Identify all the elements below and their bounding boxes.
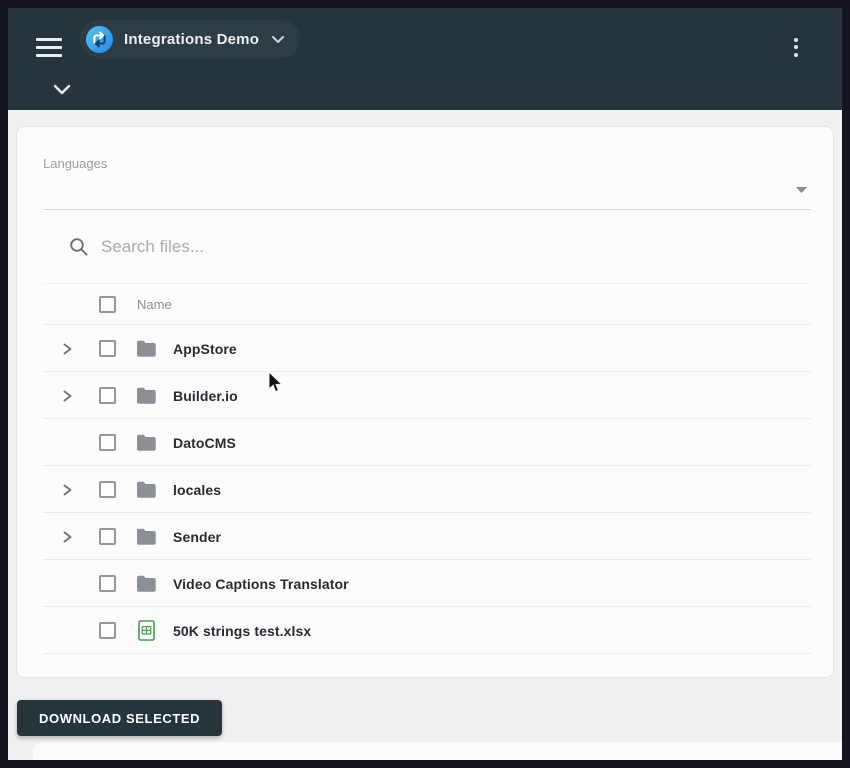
folder-icon	[135, 385, 157, 407]
folder-icon	[135, 338, 157, 360]
file-name: AppStore	[173, 341, 237, 357]
spreadsheet-icon	[135, 620, 157, 642]
file-name: Sender	[173, 529, 221, 545]
name-column-header: Name	[137, 297, 172, 312]
row-checkbox[interactable]	[99, 387, 116, 404]
row-checkbox[interactable]	[99, 340, 116, 357]
table-row[interactable]: 50K strings test.xlsx	[17, 607, 833, 654]
file-name: Video Captions Translator	[173, 576, 349, 592]
select-all-checkbox[interactable]	[99, 296, 116, 313]
file-table: AppStore Builder.io DatoCMS	[17, 325, 833, 654]
table-row[interactable]: Builder.io	[17, 372, 833, 419]
app-header: Integrations Demo	[8, 8, 842, 110]
row-checkbox[interactable]	[99, 434, 116, 451]
table-row[interactable]: AppStore	[17, 325, 833, 372]
file-name: 50K strings test.xlsx	[173, 623, 311, 639]
expand-chevron-icon[interactable]	[57, 386, 77, 406]
search-bar	[43, 210, 811, 284]
table-row[interactable]: DatoCMS	[17, 419, 833, 466]
file-name: locales	[173, 482, 221, 498]
expand-chevron-icon[interactable]	[57, 480, 77, 500]
expand-chevron-icon[interactable]	[57, 527, 77, 547]
select-caret-down-icon	[796, 187, 807, 193]
workspace-title: Integrations Demo	[124, 31, 259, 48]
collapse-header-button[interactable]	[44, 74, 80, 104]
sync-arrows-logo-icon	[86, 26, 113, 53]
kebab-menu-icon	[794, 38, 798, 42]
app-window: Integrations Demo Languages	[0, 0, 850, 768]
row-checkbox[interactable]	[99, 528, 116, 545]
file-name: Builder.io	[173, 388, 238, 404]
row-checkbox[interactable]	[99, 622, 116, 639]
caret-down-icon	[272, 36, 284, 43]
row-checkbox[interactable]	[99, 575, 116, 592]
content-area: Languages Name	[8, 110, 842, 760]
folder-icon	[135, 526, 157, 548]
footer-sheet	[33, 742, 842, 760]
chevron-down-icon	[53, 84, 71, 95]
workspace-selector[interactable]: Integrations Demo	[80, 20, 300, 58]
search-icon	[69, 237, 89, 257]
search-input[interactable]	[101, 237, 811, 257]
file-name: DatoCMS	[173, 435, 236, 451]
table-header: Name	[17, 284, 833, 325]
folder-icon	[135, 432, 157, 454]
languages-label: Languages	[43, 156, 107, 171]
file-browser-card: Languages Name	[16, 126, 834, 678]
download-selected-button[interactable]: DOWNLOAD SELECTED	[17, 700, 222, 736]
overflow-menu-button[interactable]	[776, 27, 816, 67]
hamburger-icon	[36, 38, 62, 41]
languages-select[interactable]: Languages	[43, 127, 811, 210]
table-row[interactable]: Sender	[17, 513, 833, 560]
expand-chevron-icon[interactable]	[57, 339, 77, 359]
table-row[interactable]: locales	[17, 466, 833, 513]
menu-button[interactable]	[36, 28, 76, 66]
folder-icon	[135, 479, 157, 501]
folder-icon	[135, 573, 157, 595]
table-row[interactable]: Video Captions Translator	[17, 560, 833, 607]
row-checkbox[interactable]	[99, 481, 116, 498]
